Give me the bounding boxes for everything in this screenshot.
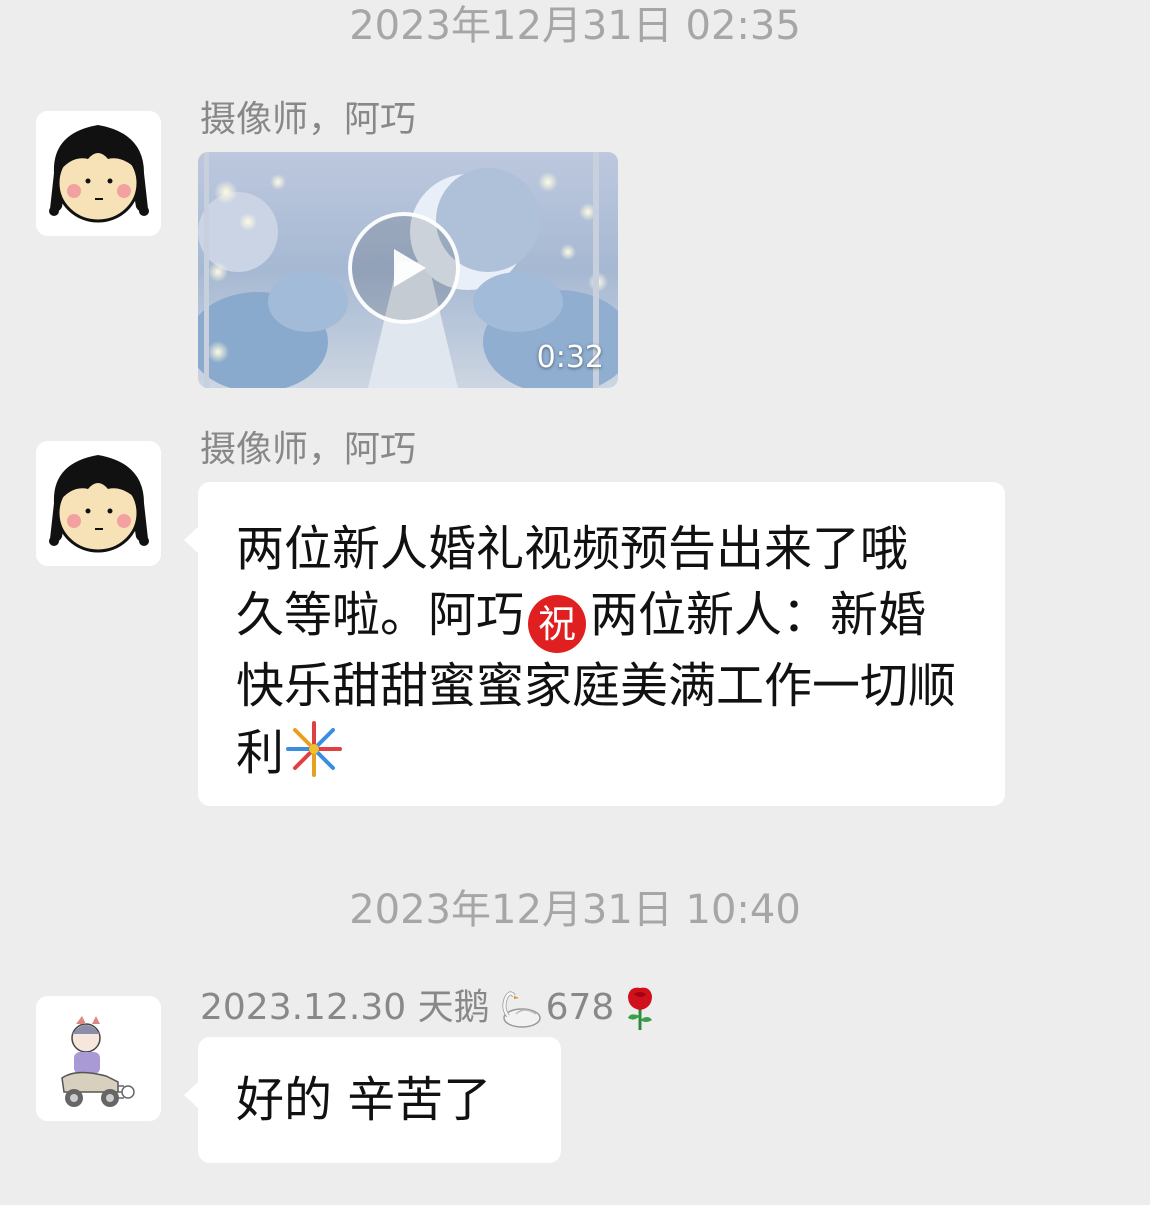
congratulations-badge-icon: 祝 <box>528 595 587 653</box>
message-bubble[interactable]: 好的 辛苦了 <box>184 1037 561 1163</box>
avatar[interactable] <box>36 111 161 236</box>
avatar-girl-illustration <box>36 111 161 236</box>
bubble-tail <box>184 1081 199 1109</box>
avatar[interactable] <box>36 441 161 566</box>
video-duration: 0:32 <box>536 340 604 375</box>
play-button-icon[interactable] <box>348 212 460 324</box>
sender-name-number: 678 <box>545 987 615 1028</box>
avatar-girl-illustration <box>36 441 161 566</box>
fireworks-icon <box>286 721 343 777</box>
avatar-scooter-girl-illustration <box>36 996 161 1121</box>
bubble-tail <box>184 526 199 554</box>
timestamp: 2023年12月31日 10:40 <box>349 887 801 933</box>
sender-name-text: 2023.12.30 天鹅 <box>200 987 490 1028</box>
rose-icon <box>628 987 653 1030</box>
video-message[interactable]: 0:32 <box>198 152 618 388</box>
message-bubble[interactable]: 两位新人婚礼视频预告出来了哦 久等啦。阿巧祝两位新人：新婚快乐甜甜蜜蜜家庭美满工… <box>184 482 1005 806</box>
avatar[interactable] <box>36 996 161 1121</box>
sender-name: 摄像师，阿巧 <box>200 429 417 470</box>
sender-name: 摄像师，阿巧 <box>200 99 417 140</box>
timestamp: 2023年12月31日 02:35 <box>349 3 801 49</box>
message-text: 好的 辛苦了 <box>236 1072 492 1128</box>
swan-icon <box>501 991 541 1028</box>
sender-name: 2023.12.30 天鹅 678 <box>200 984 662 1032</box>
